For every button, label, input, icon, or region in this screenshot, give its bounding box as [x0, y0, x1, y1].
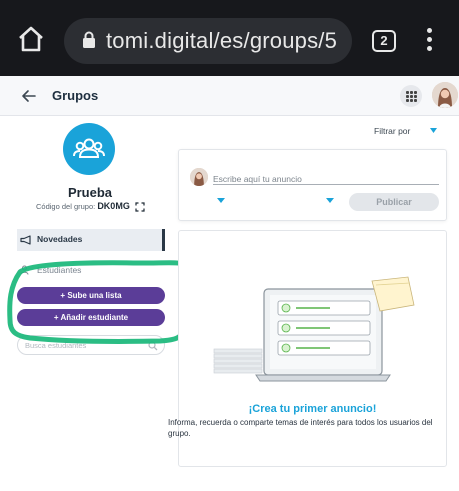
announcement-field — [213, 169, 439, 185]
chevron-down-icon — [430, 128, 437, 133]
announcement-input[interactable] — [213, 174, 439, 184]
expand-icon[interactable] — [135, 202, 145, 212]
tabs-button[interactable]: 2 — [372, 30, 396, 52]
nav-item-news-label: Novedades — [37, 234, 83, 244]
publish-button[interactable]: Publicar — [349, 193, 439, 211]
megaphone-icon — [20, 235, 31, 245]
nav-item-news[interactable]: Novedades — [17, 229, 165, 251]
search-icon[interactable] — [148, 341, 158, 351]
add-student-button[interactable]: + Añadir estudiante — [17, 309, 165, 326]
address-bar[interactable]: tomi.digital/es/groups/5 — [64, 18, 352, 64]
nav-item-students[interactable]: Estudiantes — [17, 262, 165, 278]
apps-grid-icon[interactable] — [400, 85, 422, 107]
student-search-input[interactable] — [25, 339, 143, 352]
group-code-value: DK0MG — [97, 201, 130, 211]
nav-item-students-label: Estudiantes — [37, 265, 82, 275]
group-code-label: Código del grupo: — [36, 202, 96, 211]
chevron-down-icon[interactable] — [326, 198, 334, 204]
group-people-icon — [73, 138, 105, 158]
upload-list-button[interactable]: + Sube una lista — [17, 287, 165, 304]
overflow-menu-icon[interactable] — [425, 28, 433, 54]
student-search — [17, 335, 165, 355]
avatar[interactable] — [432, 82, 458, 108]
page-title[interactable]: Grupos — [52, 88, 98, 103]
chevron-down-icon[interactable] — [217, 198, 225, 204]
empty-state-description: Informa, recuerda o comparte temas de in… — [168, 418, 433, 438]
announcement-composer: Publicar — [178, 149, 447, 221]
browser-toolbar: tomi.digital/es/groups/5 2 — [0, 0, 459, 76]
group-name: Prueba — [67, 185, 113, 200]
composer-avatar — [190, 168, 208, 186]
group-logo — [63, 123, 115, 175]
filter-label: Filtrar por — [374, 126, 411, 136]
people-icon — [20, 265, 29, 275]
laptop-illustration — [213, 276, 415, 382]
home-icon[interactable] — [16, 24, 46, 54]
empty-state-title: ¡Crea tu primer anuncio! — [248, 403, 377, 415]
app-header: Grupos — [0, 76, 459, 116]
filter-dropdown[interactable]: Filtrar por — [374, 126, 437, 136]
back-arrow-icon[interactable] — [20, 87, 38, 105]
url-text: tomi.digital/es/groups/5 — [106, 28, 338, 53]
empty-state-card: ¡Crea tu primer anuncio! Informa, recuer… — [168, 230, 447, 467]
lock-icon — [83, 31, 95, 48]
group-code: Código del grupo: DK0MG — [36, 201, 145, 212]
